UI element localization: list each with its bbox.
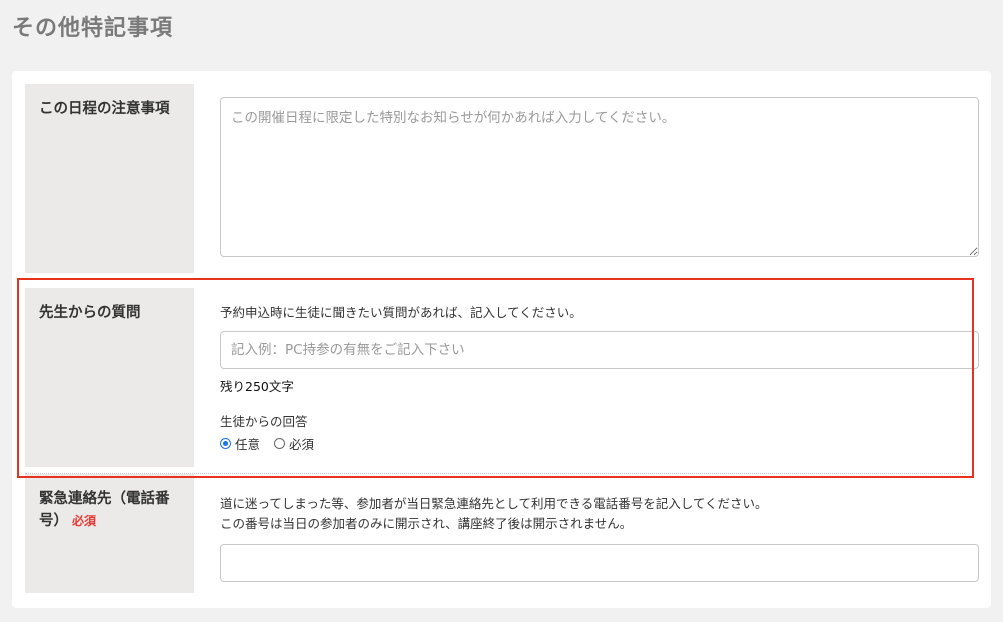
question-label: 先生からの質問 [25, 288, 194, 467]
radio-required-label: 必須 [289, 437, 315, 452]
row-divider [25, 473, 965, 474]
answer-label: 生徒からの回答 [220, 414, 308, 429]
emergency-help-text: 道に迷ってしまった等、参加者が当日緊急連絡先として利用できる電話番号を記入してく… [220, 494, 768, 534]
question-input[interactable] [220, 331, 979, 369]
radio-optional-label: 任意 [235, 437, 261, 452]
radio-optional-circle[interactable] [220, 438, 231, 449]
question-row: 先生からの質問 予約申込時に生徒に聞きたい質問があれば、記入してください。 残り… [25, 288, 980, 467]
notes-textarea[interactable] [220, 97, 979, 257]
emergency-row: 緊急連絡先（電話番号） 必須 道に迷ってしまった等、参加者が当日緊急連絡先として利… [25, 474, 980, 593]
emergency-phone-input[interactable] [220, 544, 979, 582]
emergency-help-line1: 道に迷ってしまった等、参加者が当日緊急連絡先として利用できる電話番号を記入してく… [220, 496, 768, 511]
notes-row: この日程の注意事項 [25, 84, 980, 273]
radio-required[interactable]: 必須 [274, 434, 314, 453]
question-help-text: 予約申込時に生徒に聞きたい質問があれば、記入してください。 [220, 305, 582, 320]
form-card: この日程の注意事項 先生からの質問 予約申込時に生徒に聞きたい質問があれば、記入… [12, 71, 991, 608]
question-body: 予約申込時に生徒に聞きたい質問があれば、記入してください。 残り250文字 生徒… [220, 288, 980, 467]
emergency-body: 道に迷ってしまった等、参加者が当日緊急連絡先として利用できる電話番号を記入してく… [220, 474, 980, 593]
emergency-label: 緊急連絡先（電話番号） 必須 [25, 474, 194, 593]
emergency-label-text: 緊急連絡先（電話番号） [39, 491, 170, 529]
radio-optional[interactable]: 任意 [220, 434, 260, 453]
emergency-help-line2: この番号は当日の参加者のみに開示され、講座終了後は開示されません。 [220, 516, 633, 531]
required-badge: 必須 [72, 514, 97, 528]
answer-radio-group: 任意 必須 [220, 434, 328, 453]
page-title: その他特記事項 [12, 16, 174, 41]
radio-required-circle[interactable] [274, 438, 286, 449]
remaining-chars: 残り250文字 [220, 379, 294, 394]
notes-body [220, 84, 980, 273]
notes-label: この日程の注意事項 [25, 84, 194, 273]
